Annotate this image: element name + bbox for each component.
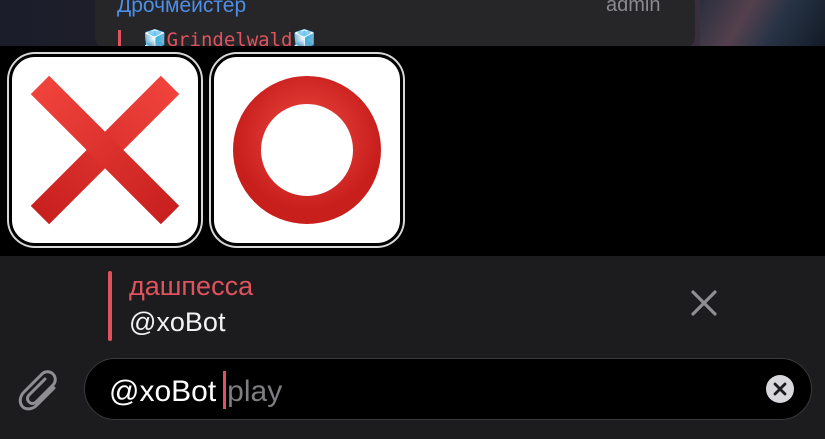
inline-bot-placeholder: play [227, 375, 283, 408]
sender-role-badge: admin [606, 0, 661, 16]
red-o-sticker[interactable] [211, 54, 403, 246]
reply-panel: дашпесса @xoBot [0, 256, 825, 354]
clear-icon[interactable] [765, 374, 795, 404]
message-reply-preview[interactable]: 🧊Grindelwald🧊 [143, 28, 316, 46]
chat-message-area: Дрочмейстер admin 🧊Grindelwald🧊 [0, 0, 825, 46]
message-reply-bar [118, 30, 121, 46]
close-icon[interactable] [684, 283, 724, 323]
cross-mark-icon [30, 75, 180, 225]
message-input[interactable]: @xoBot play [84, 358, 812, 420]
typed-text: @xoBot [109, 375, 217, 408]
paperclip-icon[interactable] [16, 366, 68, 418]
chat-wallpaper [700, 0, 825, 46]
telegram-chat-screen: Дрочмейстер admin 🧊Grindelwald🧊 дашпесса… [0, 0, 825, 439]
reply-author: дашпесса [129, 271, 254, 301]
input-content: @xoBot play [109, 371, 282, 409]
reply-accent-bar [108, 271, 112, 341]
heavy-large-circle-icon [233, 76, 381, 224]
text-caret [223, 371, 227, 409]
inline-results-row [0, 46, 825, 256]
message-input-bar: @xoBot play [0, 354, 825, 439]
red-x-sticker[interactable] [9, 54, 201, 246]
reply-message-text: @xoBot [129, 307, 226, 337]
message-sender-name[interactable]: Дрочмейстер [117, 0, 246, 18]
